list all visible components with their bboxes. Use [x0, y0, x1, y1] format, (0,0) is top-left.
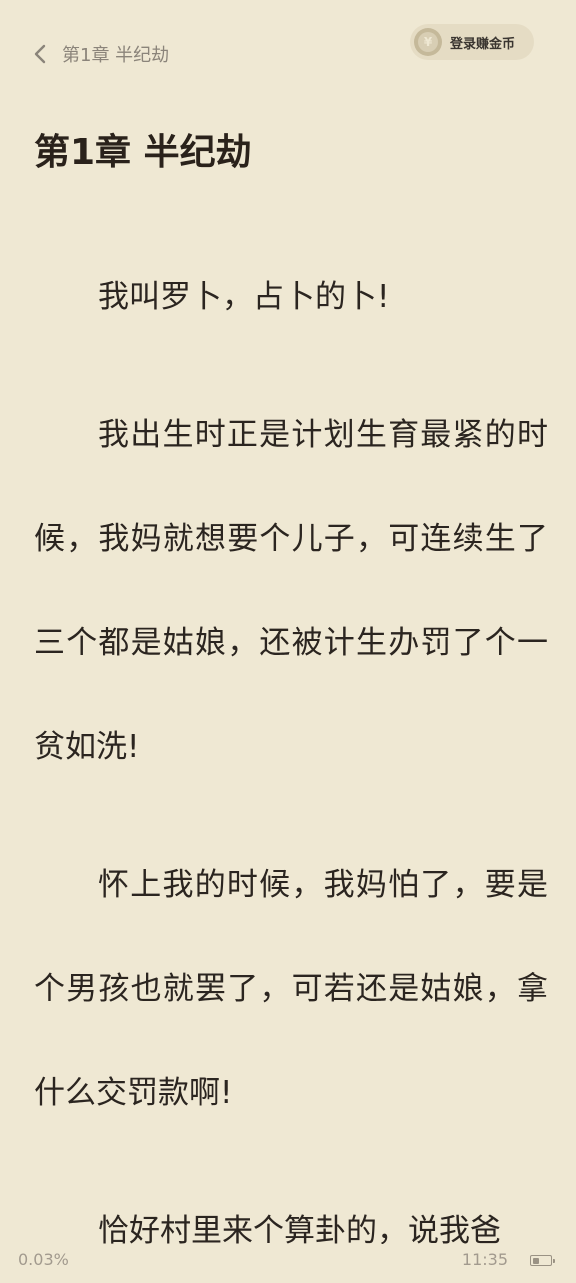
paragraph: 怀上我的时候，我妈怕了，要是个男孩也就罢了，可若还是姑娘，拿什么交罚款啊! [34, 867, 548, 1111]
battery-level [532, 1257, 539, 1264]
chapter-title: 第1章 半纪劫 [34, 132, 252, 173]
reading-progress: 0.03% [18, 1250, 69, 1269]
top-bar: 第1章 半纪劫 ¥ 登录赚金币 [0, 0, 576, 100]
battery-icon [530, 1255, 555, 1266]
paragraph: 我叫罗卜，占卜的卜! [98, 279, 390, 315]
reader-footer: 0.03% 11:35 [0, 1244, 576, 1280]
paragraph: 我出生时正是计划生育最紧的时候，我妈就想要个儿子，可连续生了三个都是姑娘，还被计… [34, 417, 548, 765]
chevron-left-icon[interactable] [26, 34, 54, 74]
coin-button-label: 登录赚金币 [450, 36, 516, 52]
back-button[interactable]: 第1章 半纪劫 [26, 34, 169, 74]
chapter-content: 我叫罗卜，占卜的卜! 我出生时正是计划生育最紧的时候，我妈就想要个儿子，可连续生… [34, 245, 548, 1283]
coin-icon: ¥ [414, 28, 442, 56]
battery-cap [553, 1258, 555, 1263]
login-earn-coins-button[interactable]: ¥ 登录赚金币 [410, 24, 534, 60]
clock: 11:35 [461, 1250, 508, 1269]
header-chapter-title[interactable]: 第1章 半纪劫 [62, 41, 169, 67]
yuan-symbol: ¥ [418, 32, 438, 52]
